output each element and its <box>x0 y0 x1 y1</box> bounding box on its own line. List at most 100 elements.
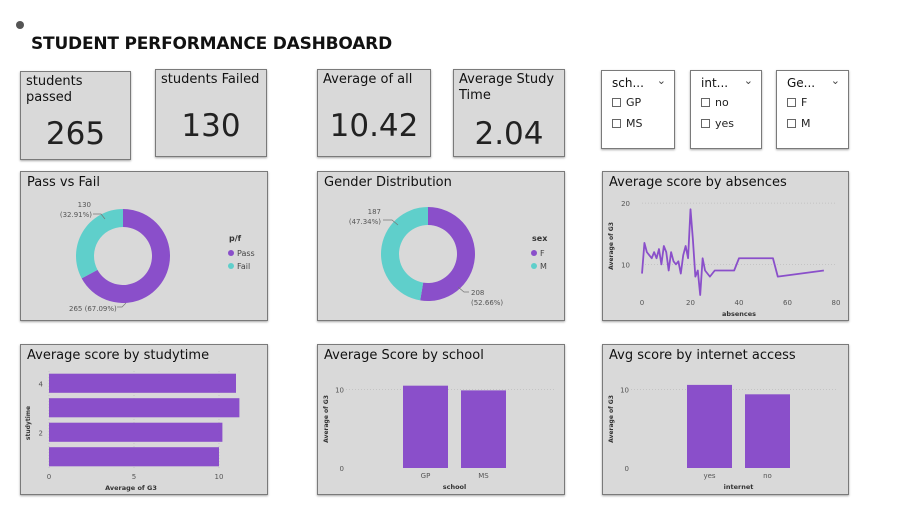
slicer-option[interactable]: no <box>701 96 729 109</box>
bar-gp <box>403 385 448 468</box>
x-axis-label: absences <box>722 310 756 318</box>
legend-title: p/f <box>229 234 242 243</box>
kpi-value: 130 <box>181 108 241 144</box>
bar-studytime-4 <box>49 373 236 393</box>
y-tick-label: 10 <box>620 387 629 395</box>
bar-yes <box>687 384 732 468</box>
x-tick-label: GP <box>421 472 431 480</box>
slice-label-pct: (52.66%) <box>471 299 503 307</box>
slicer-school[interactable]: sch... ⌄ GP MS <box>601 70 675 149</box>
dashboard-root: STUDENT PERFORMANCE DASHBOARD students p… <box>0 0 898 514</box>
slicer-header: sch... <box>612 76 644 90</box>
x-tick-label: 10 <box>215 473 224 481</box>
x-axis-label: Average of G3 <box>105 484 157 492</box>
slicer-option[interactable]: yes <box>701 117 734 130</box>
chevron-down-icon[interactable]: ⌄ <box>831 74 840 87</box>
slice-label-count: 187 <box>368 208 381 216</box>
y-axis-label: Average of G3 <box>323 395 330 443</box>
checkbox-icon[interactable] <box>701 119 710 128</box>
kpi-value: 265 <box>45 116 106 152</box>
chart-score-by-internet[interactable]: Avg score by internet access 0 10 yes no int… <box>602 344 849 495</box>
y-tick-label: 10 <box>335 387 344 395</box>
gender-donut-chart: sex FM 187 (47.34%) 208 (52.66%) <box>349 207 548 307</box>
x-tick-label: 0 <box>47 473 51 481</box>
x-tick-label: 40 <box>735 299 744 307</box>
bar-studytime-2 <box>49 422 223 442</box>
y-axis-label: studytime <box>25 406 32 440</box>
bar-ms <box>461 390 506 468</box>
y-tick-label: 10 <box>621 261 630 269</box>
slice-label-pct: (32.91%) <box>60 211 92 219</box>
kpi-value: 2.04 <box>474 116 544 152</box>
bar-studytime-3 <box>49 398 240 418</box>
chart-score-by-studytime[interactable]: Average score by studytime 0 5 10 4 2 Average… <box>20 344 268 495</box>
slicer-option[interactable]: GP <box>612 96 641 109</box>
chart-score-by-school[interactable]: Average Score by school 0 10 GP MS school Ave… <box>317 344 565 495</box>
legend-marker <box>228 250 234 256</box>
kpi-label: Average of all <box>323 72 413 87</box>
slicer-header: Ge... <box>787 76 816 90</box>
y-tick-label: 20 <box>621 200 630 208</box>
checkbox-icon[interactable] <box>787 119 796 128</box>
legend-label-fail: Fail <box>237 262 250 271</box>
legend-marker <box>228 263 234 269</box>
studytime-bar-chart: 0 5 10 4 2 Average of G3 studytime <box>25 371 240 492</box>
slice-label-count: 130 <box>78 201 91 209</box>
donut-slice-f <box>420 207 475 301</box>
slicer-option[interactable]: M <box>787 117 811 130</box>
legend-label-pass: Pass <box>237 249 255 258</box>
x-tick-label: no <box>763 472 772 480</box>
checkbox-icon[interactable] <box>787 98 796 107</box>
x-tick-label: 60 <box>783 299 792 307</box>
donut-slice-fail <box>75 209 123 279</box>
chevron-down-icon[interactable]: ⌄ <box>744 74 753 87</box>
page-title: STUDENT PERFORMANCE DASHBOARD <box>31 34 392 54</box>
donut-slice-m <box>381 207 428 301</box>
legend-marker <box>531 250 537 256</box>
y-tick-label: 0 <box>625 465 629 473</box>
pass-fail-donut-chart: p/f Pass Fail 130 (32.91%) 265 (67.09%) <box>60 201 255 313</box>
y-tick-label: 4 <box>39 380 44 388</box>
menu-dot-icon[interactable] <box>16 21 24 29</box>
y-axis-label: Average of G3 <box>608 222 615 270</box>
chevron-down-icon[interactable]: ⌄ <box>657 74 666 87</box>
slice-label-pass: 265 (67.09%) <box>69 305 117 313</box>
y-tick-label: 2 <box>39 429 43 437</box>
leader-line <box>117 302 127 308</box>
checkbox-icon[interactable] <box>612 119 621 128</box>
slicer-gender[interactable]: Ge... ⌄ F M <box>776 70 849 149</box>
chart-gender-distribution[interactable]: Gender Distribution sex F M 187 (47.34%) 208(… <box>317 171 565 321</box>
slice-label-pct: (47.34%) <box>349 218 381 226</box>
y-tick-label: 0 <box>340 465 344 473</box>
legend-label-f: F <box>540 249 545 258</box>
kpi-label: students Failed <box>161 72 260 87</box>
bar-studytime-1 <box>49 447 219 467</box>
slicer-option[interactable]: F <box>787 96 807 109</box>
bar-no <box>745 394 790 468</box>
chart-score-by-absences[interactable]: Average score by absences 10 20 0 20 40 60 80 a… <box>602 171 849 321</box>
kpi-value: 10.42 <box>329 108 419 144</box>
slicer-internet[interactable]: int... ⌄ no yes <box>690 70 762 149</box>
kpi-label: Average Study Time <box>459 72 555 103</box>
x-tick-label: yes <box>703 472 715 480</box>
slice-label-count: 208 <box>471 289 484 297</box>
x-tick-label: 0 <box>640 299 644 307</box>
kpi-card-average-all[interactable]: Average of all 10.42 <box>317 69 431 157</box>
legend-label-m: M <box>540 262 547 271</box>
kpi-card-average-study-time[interactable]: Average Study Time 2.04 <box>453 69 565 157</box>
x-tick-label: 80 <box>832 299 841 307</box>
x-tick-label: 20 <box>686 299 695 307</box>
series-line <box>641 208 824 296</box>
chart-pass-vs-fail[interactable]: Pass vs Fail p/f Pass Fail 130 (32.91%) 265 (… <box>20 171 268 321</box>
x-tick-label: MS <box>478 472 489 480</box>
slicer-option[interactable]: MS <box>612 117 642 130</box>
checkbox-icon[interactable] <box>612 98 621 107</box>
x-axis-label: internet <box>724 483 754 491</box>
kpi-card-students-failed[interactable]: students Failed 130 <box>155 69 267 157</box>
checkbox-icon[interactable] <box>701 98 710 107</box>
kpi-card-students-passed[interactable]: students passed 265 <box>20 71 131 160</box>
slicer-header: int... <box>701 76 729 90</box>
school-bar-chart: 0 10 GP MS school Average of G3 <box>323 385 554 491</box>
legend-title: sex <box>532 234 548 243</box>
x-tick-label: 5 <box>132 473 136 481</box>
